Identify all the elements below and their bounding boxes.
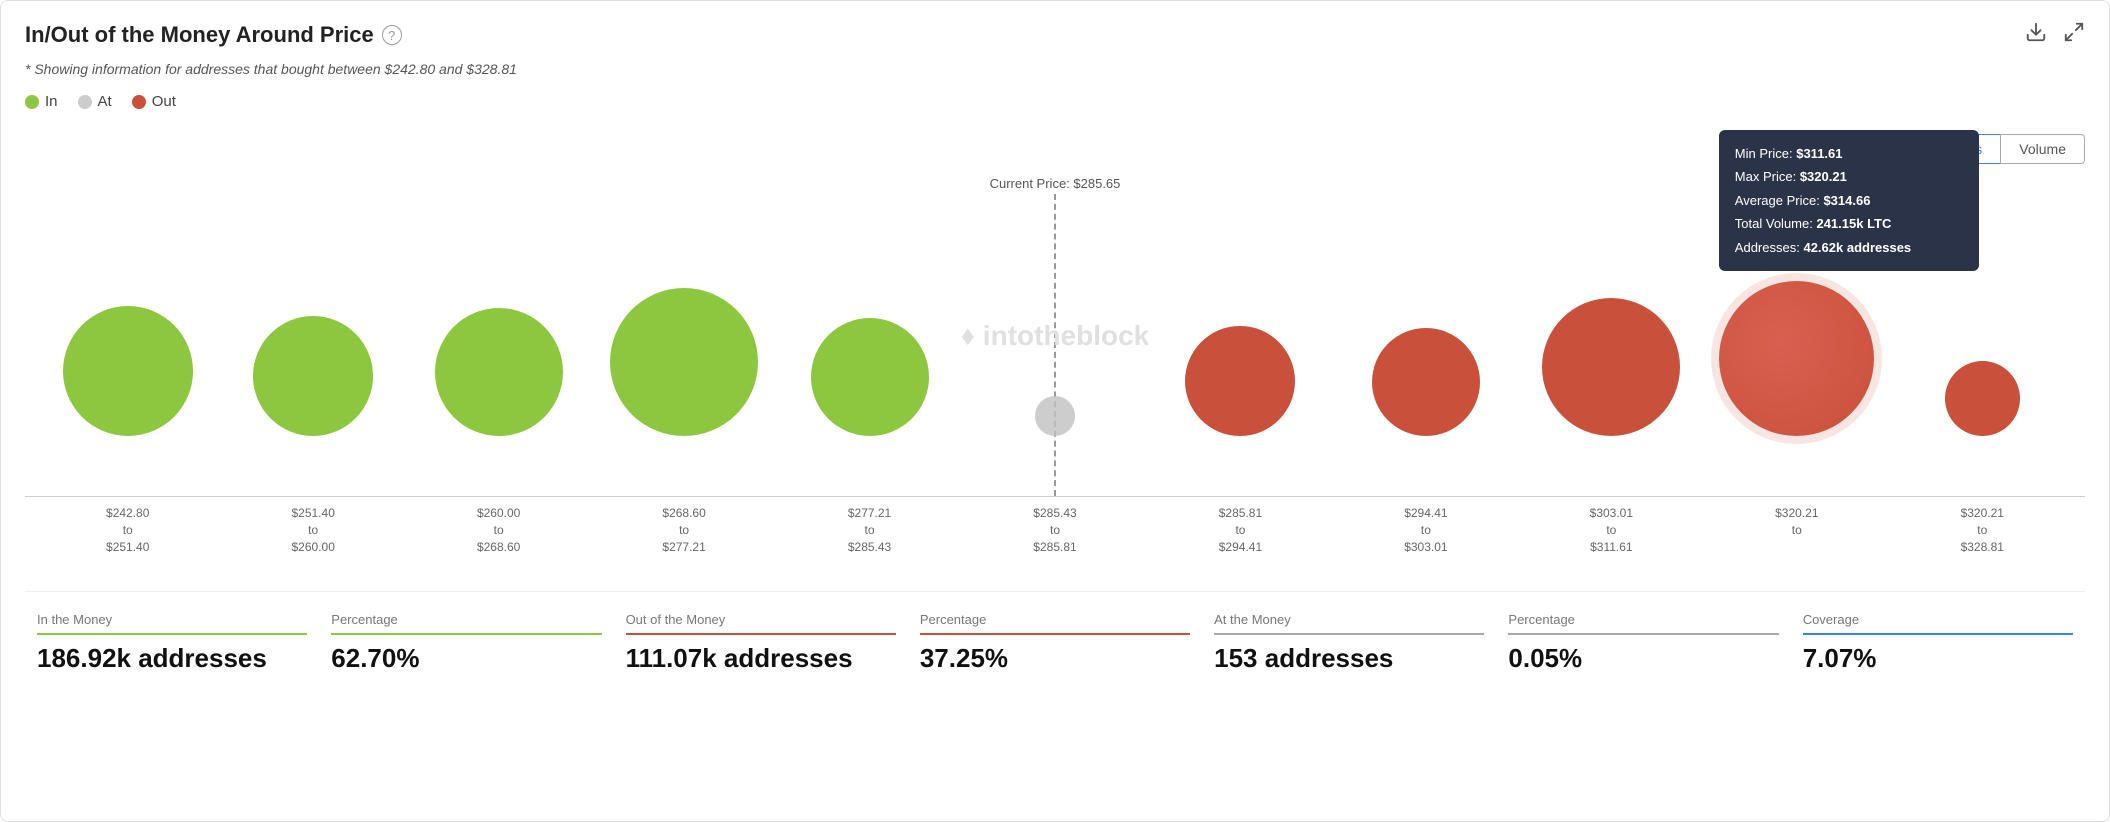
- stat-value-at: 153 addresses: [1214, 643, 1484, 674]
- bubble-col-1: [220, 176, 405, 436]
- toggle-addresses-button[interactable]: Addresses: [1897, 134, 2000, 164]
- legend-dot-out: [132, 95, 146, 109]
- stat-out-of-money: Out of the Money 111.07k addresses: [614, 612, 908, 674]
- bubble-col-7: [1333, 176, 1518, 436]
- bubble-10: [1945, 361, 2020, 436]
- stat-label-out: Out of the Money: [626, 612, 896, 635]
- legend-in: In: [25, 93, 58, 110]
- toggle-button-group: Addresses Volume: [25, 134, 2085, 164]
- stat-value-pct-out: 37.25%: [920, 643, 1190, 674]
- bubble-col-10: [1890, 176, 2075, 436]
- axis-label-10: $320.21to$328.81: [1890, 505, 2075, 555]
- tooltip-addr-label: Addresses:: [1735, 240, 1800, 255]
- header-left: In/Out of the Money Around Price ?: [25, 22, 402, 48]
- bubble-9: [1719, 281, 1874, 436]
- bubble-1: [253, 316, 373, 436]
- stats-row: In the Money 186.92k addresses Percentag…: [25, 591, 2085, 674]
- axis-label-1: $251.40to$260.00: [220, 505, 405, 555]
- bubble-col-9: Min Price: $311.61 Max Price: $320.21 Av…: [1704, 176, 1889, 436]
- stat-percentage-in: Percentage 62.70%: [319, 612, 613, 674]
- legend-label-at: At: [98, 93, 112, 110]
- bubble-col-5: [962, 176, 1147, 436]
- legend-at: At: [78, 93, 112, 110]
- axis-label-8: $303.01to$311.61: [1519, 505, 1704, 555]
- legend-out: Out: [132, 93, 176, 110]
- bubble-6: [1185, 326, 1295, 436]
- stat-label-pct-at: Percentage: [1508, 612, 1778, 635]
- expand-icon[interactable]: [2063, 21, 2085, 49]
- legend-dot-at: [78, 95, 92, 109]
- toggle-volume-button[interactable]: Volume: [2000, 134, 2085, 164]
- axis-label-9: $320.21to: [1704, 505, 1889, 555]
- tooltip-avg-value: $314.66: [1823, 193, 1870, 208]
- main-card: In/Out of the Money Around Price ?: [0, 0, 2110, 822]
- tooltip-max-label: Max Price:: [1735, 169, 1796, 184]
- download-icon[interactable]: [2025, 21, 2047, 49]
- bubble-4: [811, 318, 929, 436]
- bubble-7: [1372, 328, 1480, 436]
- header-icons: [2025, 21, 2085, 49]
- stat-label-at: At the Money: [1214, 612, 1484, 635]
- stat-value-pct-in: 62.70%: [331, 643, 601, 674]
- stat-value-in: 186.92k addresses: [37, 643, 307, 674]
- axis-label-7: $294.41to$303.01: [1333, 505, 1518, 555]
- tooltip-max-value: $320.21: [1800, 169, 1847, 184]
- bubble-col-0: [35, 176, 220, 436]
- stat-value-out: 111.07k addresses: [626, 643, 896, 674]
- tooltip-vol-label: Total Volume:: [1735, 216, 1813, 231]
- tooltip-vol-value: 241.15k LTC: [1816, 216, 1891, 231]
- stat-label-pct-out: Percentage: [920, 612, 1190, 635]
- axis-label-5: $285.43to$285.81: [962, 505, 1147, 555]
- stat-in-the-money: In the Money 186.92k addresses: [25, 612, 319, 674]
- axis-label-0: $242.80to$251.40: [35, 505, 220, 555]
- stat-value-coverage: 7.07%: [1803, 643, 2073, 674]
- legend-dot-in: [25, 95, 39, 109]
- legend-label-in: In: [45, 93, 58, 110]
- chart-area: Current Price: $285.65 ♦ intotheblock: [25, 176, 2085, 496]
- stat-coverage: Coverage 7.07%: [1791, 612, 2085, 674]
- legend: In At Out: [25, 93, 2085, 110]
- axis-row: $242.80to$251.40 $251.40to$260.00 $260.0…: [25, 497, 2085, 555]
- bubble-8: [1542, 298, 1680, 436]
- bubble-col-3: [591, 176, 776, 436]
- page-title: In/Out of the Money Around Price: [25, 22, 374, 48]
- stat-percentage-at: Percentage 0.05%: [1496, 612, 1790, 674]
- bubble-col-4: [777, 176, 962, 436]
- card-header: In/Out of the Money Around Price ?: [25, 21, 2085, 49]
- axis-label-2: $260.00to$268.60: [406, 505, 591, 555]
- axis-label-3: $268.60to$277.21: [591, 505, 776, 555]
- bubble-2: [435, 308, 563, 436]
- tooltip-avg-label: Average Price:: [1735, 193, 1820, 208]
- bubble-col-8: [1519, 176, 1704, 436]
- bubbles-row: Min Price: $311.61 Max Price: $320.21 Av…: [25, 176, 2085, 436]
- subtitle: * Showing information for addresses that…: [25, 61, 2085, 77]
- axis-label-4: $277.21to$285.43: [777, 505, 962, 555]
- bubble-col-6: [1148, 176, 1333, 436]
- bubble-5: [1035, 396, 1075, 436]
- stat-label-pct-in: Percentage: [331, 612, 601, 635]
- bubble-col-2: [406, 176, 591, 436]
- axis-label-6: $285.81to$294.41: [1148, 505, 1333, 555]
- stat-label-coverage: Coverage: [1803, 612, 2073, 635]
- stat-percentage-out: Percentage 37.25%: [908, 612, 1202, 674]
- stat-value-pct-at: 0.05%: [1508, 643, 1778, 674]
- help-icon[interactable]: ?: [382, 25, 402, 45]
- stat-label-in: In the Money: [37, 612, 307, 635]
- bubble-0: [63, 306, 193, 436]
- stat-at-the-money: At the Money 153 addresses: [1202, 612, 1496, 674]
- legend-label-out: Out: [152, 93, 176, 110]
- bubble-3: [610, 288, 758, 436]
